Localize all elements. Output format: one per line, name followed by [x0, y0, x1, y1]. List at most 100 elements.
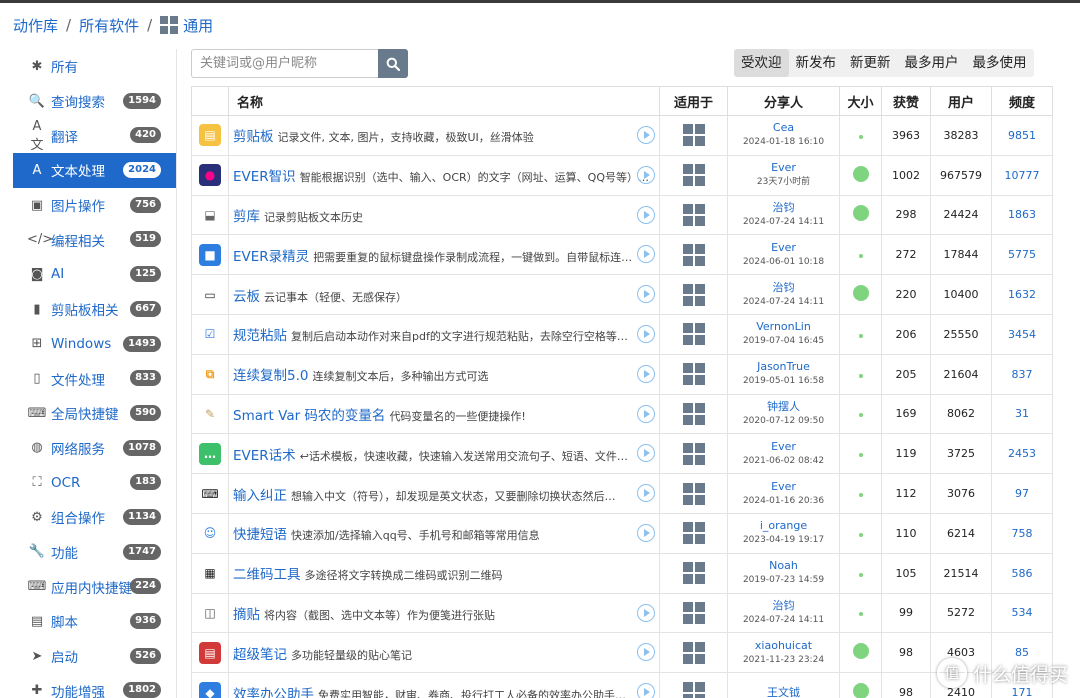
sort-tab[interactable]: 受欢迎	[734, 49, 789, 77]
sidebar-item[interactable]: ◙ AI 125	[13, 257, 176, 292]
table-row[interactable]: ◫ 摘贴 将内容（截图、选中文本等）作为便笺进行张贴 治钧 2024-07-24 14:…	[191, 592, 1053, 634]
play-demo-icon[interactable]	[637, 324, 655, 343]
sort-tab[interactable]: 新发布	[789, 49, 844, 77]
sharer-name-link[interactable]: 钟摆人	[729, 400, 839, 414]
action-title-link[interactable]: 规范粘贴	[233, 328, 287, 344]
play-demo-icon[interactable]	[637, 165, 655, 184]
action-title-link[interactable]: 超级笔记	[233, 647, 287, 663]
search-input[interactable]	[191, 49, 378, 78]
sidebar-item[interactable]: ✚ 功能增强 1802	[13, 673, 176, 698]
sort-tab[interactable]: 最多使用	[966, 49, 1034, 77]
frequency-link[interactable]: 5775	[991, 234, 1053, 276]
sharer-name-link[interactable]: Ever	[729, 161, 839, 175]
sidebar-item[interactable]: ◍ 网络服务 1078	[13, 431, 176, 466]
sharer-name-link[interactable]: Ever	[729, 480, 839, 494]
table-row[interactable]: ⧉ 连续复制5.0 连续复制文本后，多种输出方式可选 JasonTrue 2019-05…	[191, 353, 1053, 395]
frequency-link[interactable]: 1863	[991, 194, 1053, 236]
action-title-link[interactable]: 效率办公助手	[233, 687, 314, 698]
action-title-link[interactable]: EVER录精灵	[233, 249, 309, 265]
sidebar-item[interactable]: ⊞ Windows 1493	[13, 327, 176, 362]
sharer-name-link[interactable]: VernonLin	[729, 320, 839, 334]
frequency-link[interactable]: 837	[991, 353, 1053, 395]
play-demo-icon[interactable]	[637, 484, 655, 503]
sidebar-item[interactable]: ➤ 启动 526	[13, 639, 176, 674]
table-row[interactable]: ☑ 规范粘贴 复制后启动本动作对来自pdf的文字进行规范粘贴，去除空行空格等… Ver…	[191, 313, 1053, 355]
users-column-header[interactable]: 用户	[930, 86, 992, 116]
action-title-link[interactable]: 连续复制5.0	[233, 368, 308, 384]
play-demo-icon[interactable]	[637, 245, 655, 264]
table-row[interactable]: ▭ 云板 云记事本（轻便、无感保存） 治钧 2024-07-24 14:11 220 104…	[191, 274, 1053, 315]
sidebar-item[interactable]: ⚙ 组合操作 1134	[13, 500, 176, 535]
sort-tab[interactable]: 最多用户	[898, 49, 966, 77]
play-demo-icon[interactable]	[637, 126, 655, 144]
sidebar-item[interactable]: </> 编程相关 519	[13, 222, 176, 257]
action-title-link[interactable]: 剪贴板	[233, 129, 274, 145]
sidebar-item[interactable]: ▯ 文件处理 833	[13, 361, 176, 396]
play-demo-icon[interactable]	[637, 523, 655, 542]
play-demo-icon[interactable]	[637, 683, 655, 698]
sort-tab[interactable]: 新更新	[843, 49, 898, 77]
sharer-name-link[interactable]: Ever	[729, 440, 839, 454]
sharer-name-link[interactable]: JasonTrue	[729, 360, 839, 374]
sidebar-item[interactable]: ▤ 脚本 936	[13, 604, 176, 639]
play-demo-icon[interactable]	[637, 643, 655, 662]
table-row[interactable]: ☺ 快捷短语 快速添加/选择输入qq号、手机号和邮箱等常用信息 i_orange 202…	[191, 512, 1053, 554]
sharer-name-link[interactable]: Cea	[729, 121, 839, 135]
play-demo-icon[interactable]	[637, 603, 655, 622]
sharer-name-link[interactable]: 治钧	[729, 201, 839, 215]
likes-column-header[interactable]: 获赞	[881, 86, 931, 116]
play-demo-icon[interactable]	[637, 404, 655, 423]
table-row[interactable]: ⌨ 输入纠正 想输入中文（符号），却发现是英文状态，又要删除切换状态然后… Ever 2…	[191, 473, 1053, 514]
table-row[interactable]: ▦ 二维码工具 多途径将文字转换成二维码或识别二维码 Noah 2019-07-23 1…	[191, 552, 1053, 594]
platform-column-header[interactable]: 适用于	[659, 86, 728, 116]
frequency-link[interactable]: 31	[991, 393, 1053, 435]
sidebar-item[interactable]: ⛶ OCR 183	[13, 465, 176, 500]
breadcrumb-root-link[interactable]: 动作库	[13, 15, 58, 36]
sharer-name-link[interactable]: 王文钺	[729, 686, 839, 698]
name-column-header[interactable]: 名称	[228, 86, 660, 116]
table-row[interactable]: ▤ 超级笔记 多功能轻量级的贴心笔记 xiaohuicat 2021-11-23 23:…	[191, 632, 1053, 674]
sidebar-item[interactable]: ⌨ 应用内快捷键 224	[13, 569, 176, 604]
frequency-link[interactable]: 3454	[991, 313, 1053, 355]
sharer-name-link[interactable]: i_orange	[729, 519, 839, 533]
frequency-link[interactable]: 2453	[991, 433, 1053, 475]
sharer-name-link[interactable]: xiaohuicat	[729, 639, 839, 653]
table-row[interactable]: ● EVER智识 智能根据识别（选中、输入、OCR）的文字（网址、运算、QQ号等）……	[191, 154, 1053, 196]
search-button[interactable]	[378, 49, 408, 78]
sidebar-item[interactable]: ▣ 图片操作 756	[13, 188, 176, 223]
breadcrumb-all-software-link[interactable]: 所有软件	[79, 15, 139, 36]
action-title-link[interactable]: 二维码工具	[233, 567, 301, 583]
action-title-link[interactable]: 摘贴	[233, 607, 260, 623]
frequency-link[interactable]: 758	[991, 512, 1053, 554]
frequency-link[interactable]: 97	[991, 473, 1053, 514]
action-title-link[interactable]: 快捷短语	[233, 527, 287, 543]
sharer-name-link[interactable]: Ever	[729, 241, 839, 255]
sharer-name-link[interactable]: 治钧	[729, 281, 839, 295]
play-demo-icon[interactable]	[637, 444, 655, 463]
sidebar-item[interactable]: ⌨ 全局快捷键 590	[13, 396, 176, 431]
play-demo-icon[interactable]	[637, 364, 655, 383]
table-row[interactable]: ◆ 效率办公助手 免费实用智能，财审、券商、投行打工人必备的效率办公助手… 王文钺 98…	[191, 672, 1053, 698]
frequency-link[interactable]: 9851	[991, 115, 1053, 156]
action-title-link[interactable]: EVER话术	[233, 448, 296, 464]
sidebar-item[interactable]: 🔧 功能 1747	[13, 535, 176, 570]
action-title-link[interactable]: 云板	[233, 289, 260, 305]
action-title-link[interactable]: Smart Var 码农的变量名	[233, 408, 385, 424]
play-demo-icon[interactable]	[637, 205, 655, 224]
action-title-link[interactable]: 输入纠正	[233, 488, 287, 504]
sidebar-item[interactable]: A 文本处理 2024	[13, 153, 176, 188]
size-column-header[interactable]: 大小	[839, 86, 882, 116]
table-row[interactable]: ⬓ 剪库 记录剪贴板文本历史 治钧 2024-07-24 14:11 298 24424 18…	[191, 194, 1053, 236]
sidebar-item[interactable]: ▮ 剪贴板相关 667	[13, 292, 176, 327]
sharer-column-header[interactable]: 分享人	[727, 86, 840, 116]
sharer-name-link[interactable]: 治钧	[729, 599, 839, 613]
sidebar-item[interactable]: 🔍 查询搜索 1594	[13, 84, 176, 119]
sharer-name-link[interactable]: Noah	[729, 559, 839, 573]
frequency-link[interactable]: 586	[991, 552, 1053, 594]
action-title-link[interactable]: 剪库	[233, 209, 260, 225]
frequency-column-header[interactable]: 频度	[991, 86, 1053, 116]
action-title-link[interactable]: EVER智识	[233, 169, 296, 185]
table-row[interactable]: ▤ 剪贴板 记录文件, 文本, 图片，支持收藏，极致UI，丝滑体验 Cea 2024-0…	[191, 115, 1053, 156]
sidebar-item[interactable]: A文 翻译 420	[13, 118, 176, 153]
table-row[interactable]: … EVER话术 ↩话术模板，快速收藏，快速输入发送常用交流句子、短语、文件… Eve…	[191, 433, 1053, 475]
